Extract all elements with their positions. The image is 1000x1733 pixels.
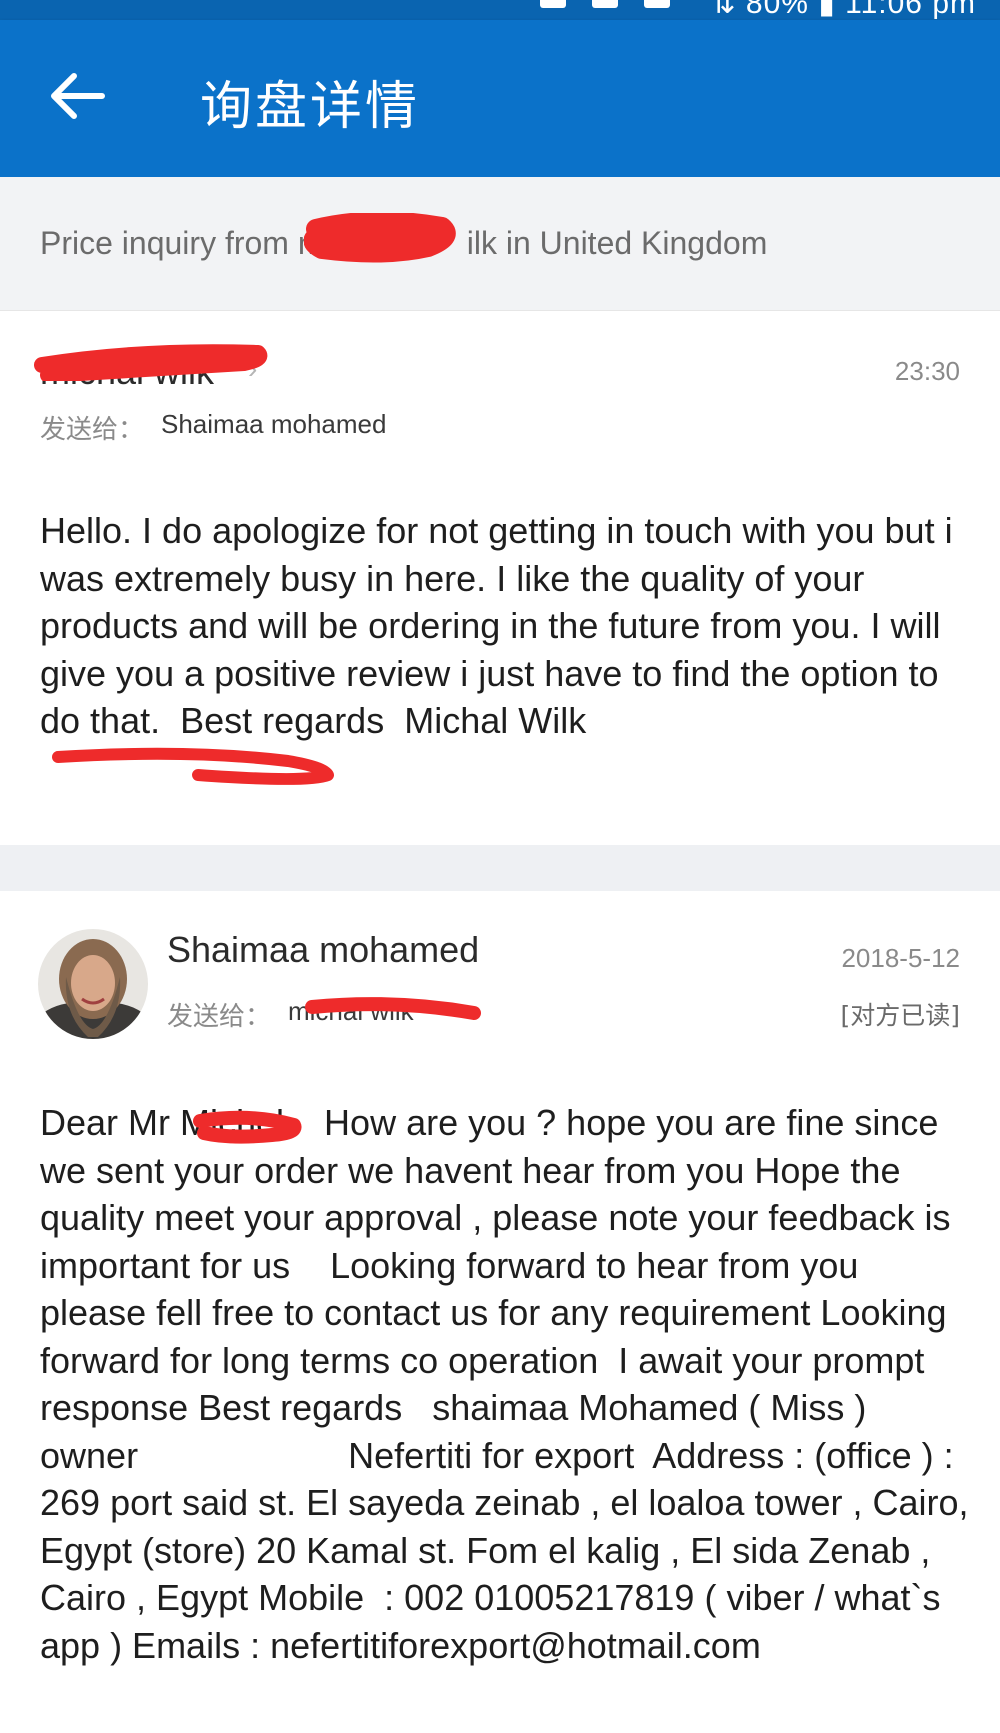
- message-body: Dear Mr Michel How are you ? hope you ar…: [40, 1102, 979, 1666]
- notification-icons: [540, 0, 670, 8]
- inquiry-subject-bar: Price inquiry from m ilk in United Kingd…: [0, 177, 1000, 311]
- arrow-left-icon: [51, 73, 105, 119]
- page-title: 询盘详情: [200, 77, 421, 137]
- redaction-mark: [34, 344, 268, 381]
- redaction-mark: [305, 997, 481, 1020]
- recipient-name: Shaimaa mohamed: [161, 409, 387, 439]
- status-bar: ⇅ 80% ▮ 11:06 pm: [0, 0, 1000, 20]
- message-time: 23:30: [894, 356, 960, 386]
- recipient-label: 发送给：: [167, 1002, 272, 1032]
- redaction-mark: [52, 747, 334, 785]
- app-bar: 询盘详情: [0, 20, 1000, 177]
- message-body: Hello. I do apologize for not getting in…: [40, 510, 963, 741]
- notification-icon: [540, 0, 566, 8]
- message-icon: [592, 0, 618, 8]
- section-divider: [0, 845, 1000, 891]
- avatar[interactable]: [38, 929, 148, 1039]
- message-card: michal wilk › 23:30 发送给： Shaimaa mohamed…: [0, 311, 1000, 845]
- read-status-badge: [对方已读]: [840, 1001, 960, 1030]
- sender-name[interactable]: Shaimaa mohamed: [167, 929, 479, 971]
- message-time: 2018-5-12: [841, 943, 960, 973]
- status-bar-info: ⇅ 80% ▮ 11:06 pm: [710, 0, 976, 20]
- redaction-mark: [304, 213, 456, 263]
- keyboard-icon: [644, 0, 670, 8]
- avatar-image: [38, 929, 148, 1039]
- recipient-label: 发送给：: [40, 415, 145, 445]
- back-button[interactable]: [40, 66, 112, 126]
- redaction-mark: [193, 1110, 302, 1144]
- message-card: Shaimaa mohamed 2018-5-12 发送给： michal wi…: [0, 891, 1000, 1733]
